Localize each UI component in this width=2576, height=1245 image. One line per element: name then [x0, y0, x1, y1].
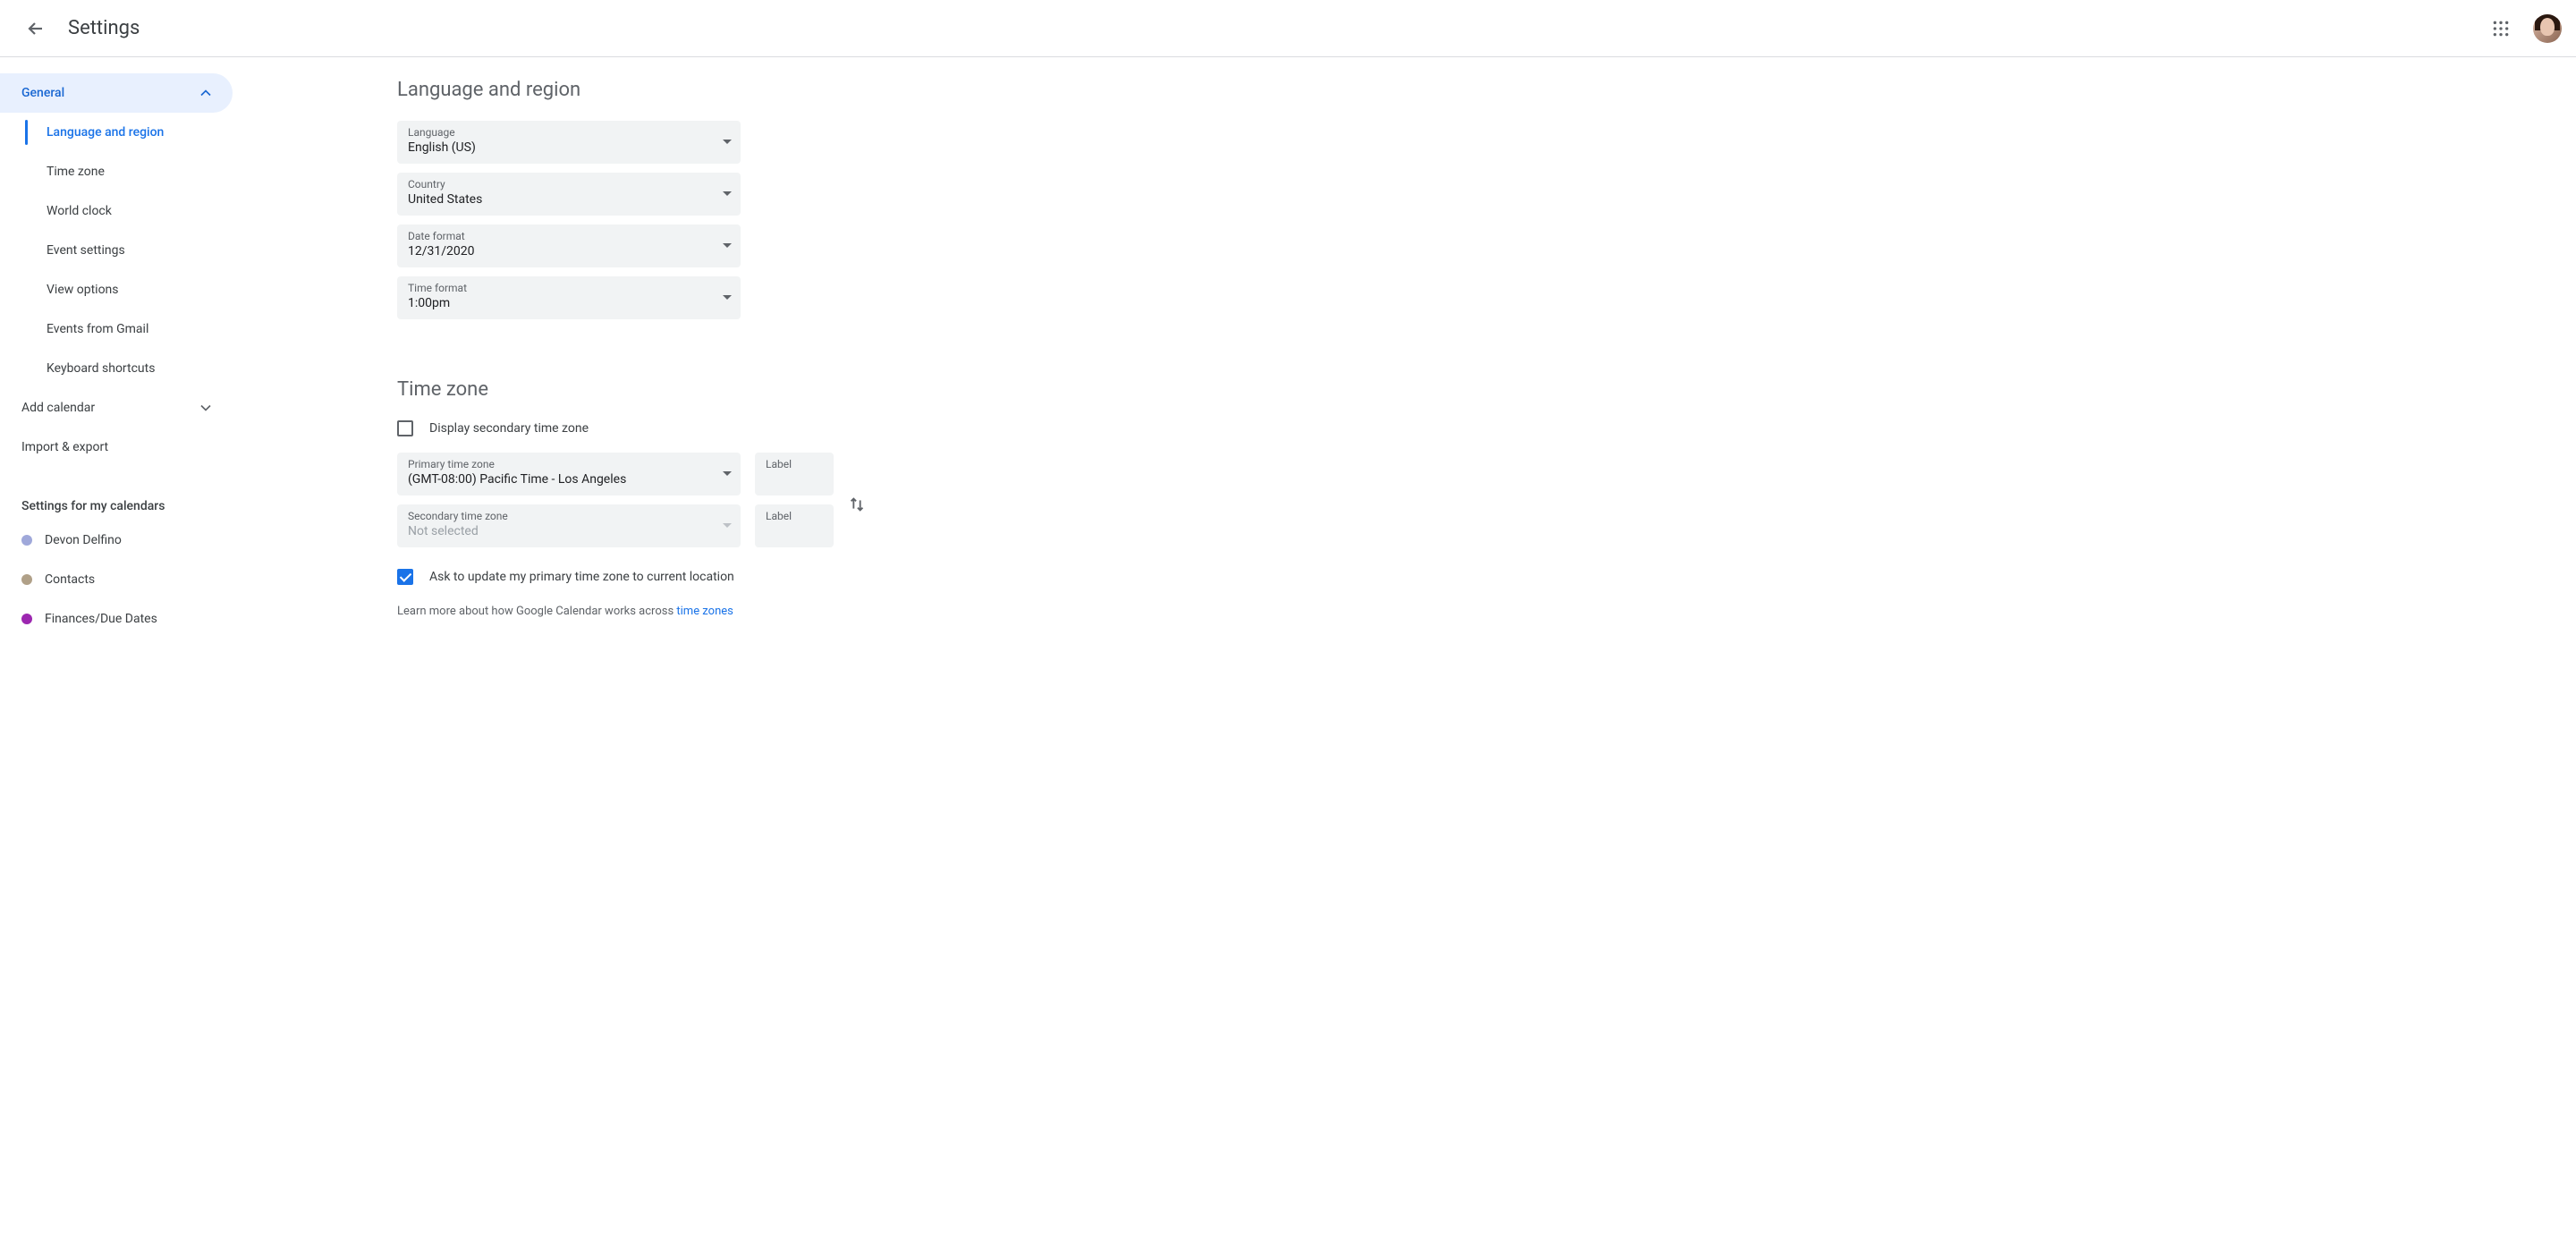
page-title: Settings: [68, 17, 140, 39]
caret-down-icon: [723, 140, 732, 145]
calendar-color-dot: [21, 574, 32, 585]
caret-down-icon: [723, 471, 732, 477]
sidebar-calendar-item[interactable]: Contacts: [0, 560, 233, 599]
input-label: Label: [766, 510, 823, 522]
secondary-tz-label-input[interactable]: Label: [755, 504, 834, 547]
select-label: Date format: [408, 230, 730, 242]
calendar-color-dot: [21, 535, 32, 546]
select-label: Time format: [408, 282, 730, 294]
sidebar-item-language-region[interactable]: Language and region: [25, 113, 233, 152]
ask-update-tz-checkbox[interactable]: [397, 569, 413, 585]
select-label: Language: [408, 126, 730, 139]
chevron-down-icon: [197, 399, 215, 417]
swap-vertical-icon: [847, 495, 867, 514]
sidebar-group-general[interactable]: General: [0, 73, 233, 113]
calendar-name: Finances/Due Dates: [45, 612, 157, 626]
input-label: Label: [766, 458, 823, 470]
primary-tz-label-input[interactable]: Label: [755, 453, 834, 495]
language-select[interactable]: Language English (US): [397, 121, 741, 164]
display-secondary-tz-label: Display secondary time zone: [429, 421, 589, 436]
select-value: (GMT-08:00) Pacific Time - Los Angeles: [408, 470, 730, 488]
sidebar-item-time-zone[interactable]: Time zone: [25, 152, 233, 191]
display-secondary-tz-checkbox[interactable]: [397, 420, 413, 436]
sidebar-item-event-settings[interactable]: Event settings: [25, 231, 233, 270]
select-label: Secondary time zone: [408, 510, 730, 522]
back-button[interactable]: [14, 7, 57, 50]
time-zone-helper-text: Learn more about how Google Calendar wor…: [397, 605, 2576, 618]
sidebar-item-label: Keyboard shortcuts: [47, 361, 155, 376]
time-zones-link[interactable]: time zones: [676, 605, 733, 618]
sidebar-item-import-export[interactable]: Import & export: [0, 428, 233, 467]
caret-down-icon: [723, 243, 732, 249]
caret-down-icon: [723, 295, 732, 301]
google-apps-button[interactable]: [2479, 7, 2522, 50]
select-label: Primary time zone: [408, 458, 730, 470]
arrow-left-icon: [25, 18, 47, 39]
section-title-language-region: Language and region: [397, 79, 2576, 101]
primary-tz-select[interactable]: Primary time zone (GMT-08:00) Pacific Ti…: [397, 453, 741, 495]
secondary-tz-select[interactable]: Secondary time zone Not selected: [397, 504, 741, 547]
sidebar-item-label: World clock: [47, 204, 112, 218]
calendar-name: Contacts: [45, 572, 95, 587]
calendar-name: Devon Delfino: [45, 533, 122, 547]
calendar-color-dot: [21, 614, 32, 624]
sidebar-item-label: Add calendar: [21, 401, 95, 415]
sidebar-item-label: Time zone: [47, 165, 105, 179]
settings-sidebar: General Language and region Time zone Wo…: [0, 57, 233, 1245]
sidebar-item-view-options[interactable]: View options: [25, 270, 233, 309]
select-value: 1:00pm: [408, 294, 730, 312]
sidebar-item-events-from-gmail[interactable]: Events from Gmail: [25, 309, 233, 349]
time-format-select[interactable]: Time format 1:00pm: [397, 276, 741, 319]
section-title-time-zone: Time zone: [397, 378, 2576, 401]
country-select[interactable]: Country United States: [397, 173, 741, 216]
sidebar-item-label: Event settings: [47, 243, 125, 258]
select-value: 12/31/2020: [408, 242, 730, 260]
sidebar-item-world-clock[interactable]: World clock: [25, 191, 233, 231]
select-value: Not selected: [408, 522, 730, 540]
date-format-select[interactable]: Date format 12/31/2020: [397, 224, 741, 267]
caret-down-icon: [723, 191, 732, 197]
select-value: English (US): [408, 139, 730, 157]
select-label: Country: [408, 178, 730, 191]
sidebar-calendar-item[interactable]: Devon Delfino: [0, 521, 233, 560]
sidebar-item-keyboard-shortcuts[interactable]: Keyboard shortcuts: [25, 349, 233, 388]
swap-timezones-button[interactable]: [839, 487, 875, 522]
apps-grid-icon: [2492, 20, 2510, 38]
sidebar-section-my-calendars: Settings for my calendars: [0, 499, 233, 513]
sidebar-item-label: Language and region: [47, 125, 164, 140]
sidebar-item-label: View options: [47, 283, 119, 297]
sidebar-item-add-calendar[interactable]: Add calendar: [0, 388, 233, 428]
sidebar-item-label: Events from Gmail: [47, 322, 148, 336]
sidebar-calendar-item[interactable]: Finances/Due Dates: [0, 599, 233, 639]
sidebar-group-label: General: [21, 86, 64, 100]
settings-main: Language and region Language English (US…: [233, 57, 2576, 1245]
select-value: United States: [408, 191, 730, 208]
caret-down-icon: [723, 523, 732, 529]
app-header: Settings: [0, 0, 2576, 57]
account-avatar[interactable]: [2533, 14, 2562, 43]
sidebar-item-label: Import & export: [21, 440, 108, 454]
chevron-up-icon: [197, 84, 215, 102]
ask-update-tz-label: Ask to update my primary time zone to cu…: [429, 570, 734, 584]
